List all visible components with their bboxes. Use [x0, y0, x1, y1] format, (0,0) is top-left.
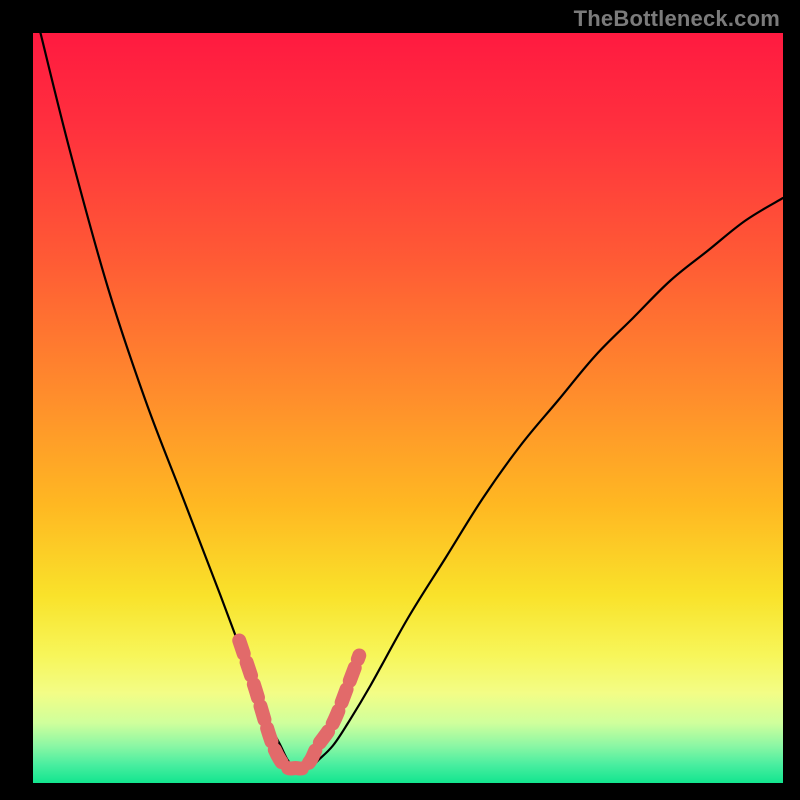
frame-right [783, 0, 800, 800]
watermark-text: TheBottleneck.com [574, 6, 780, 32]
chart-svg [33, 33, 783, 783]
frame-left [0, 0, 33, 800]
bottleneck-accent-curve [239, 641, 359, 769]
plot-area [33, 33, 783, 783]
frame-bottom [0, 783, 800, 800]
bottleneck-curve [41, 33, 784, 769]
